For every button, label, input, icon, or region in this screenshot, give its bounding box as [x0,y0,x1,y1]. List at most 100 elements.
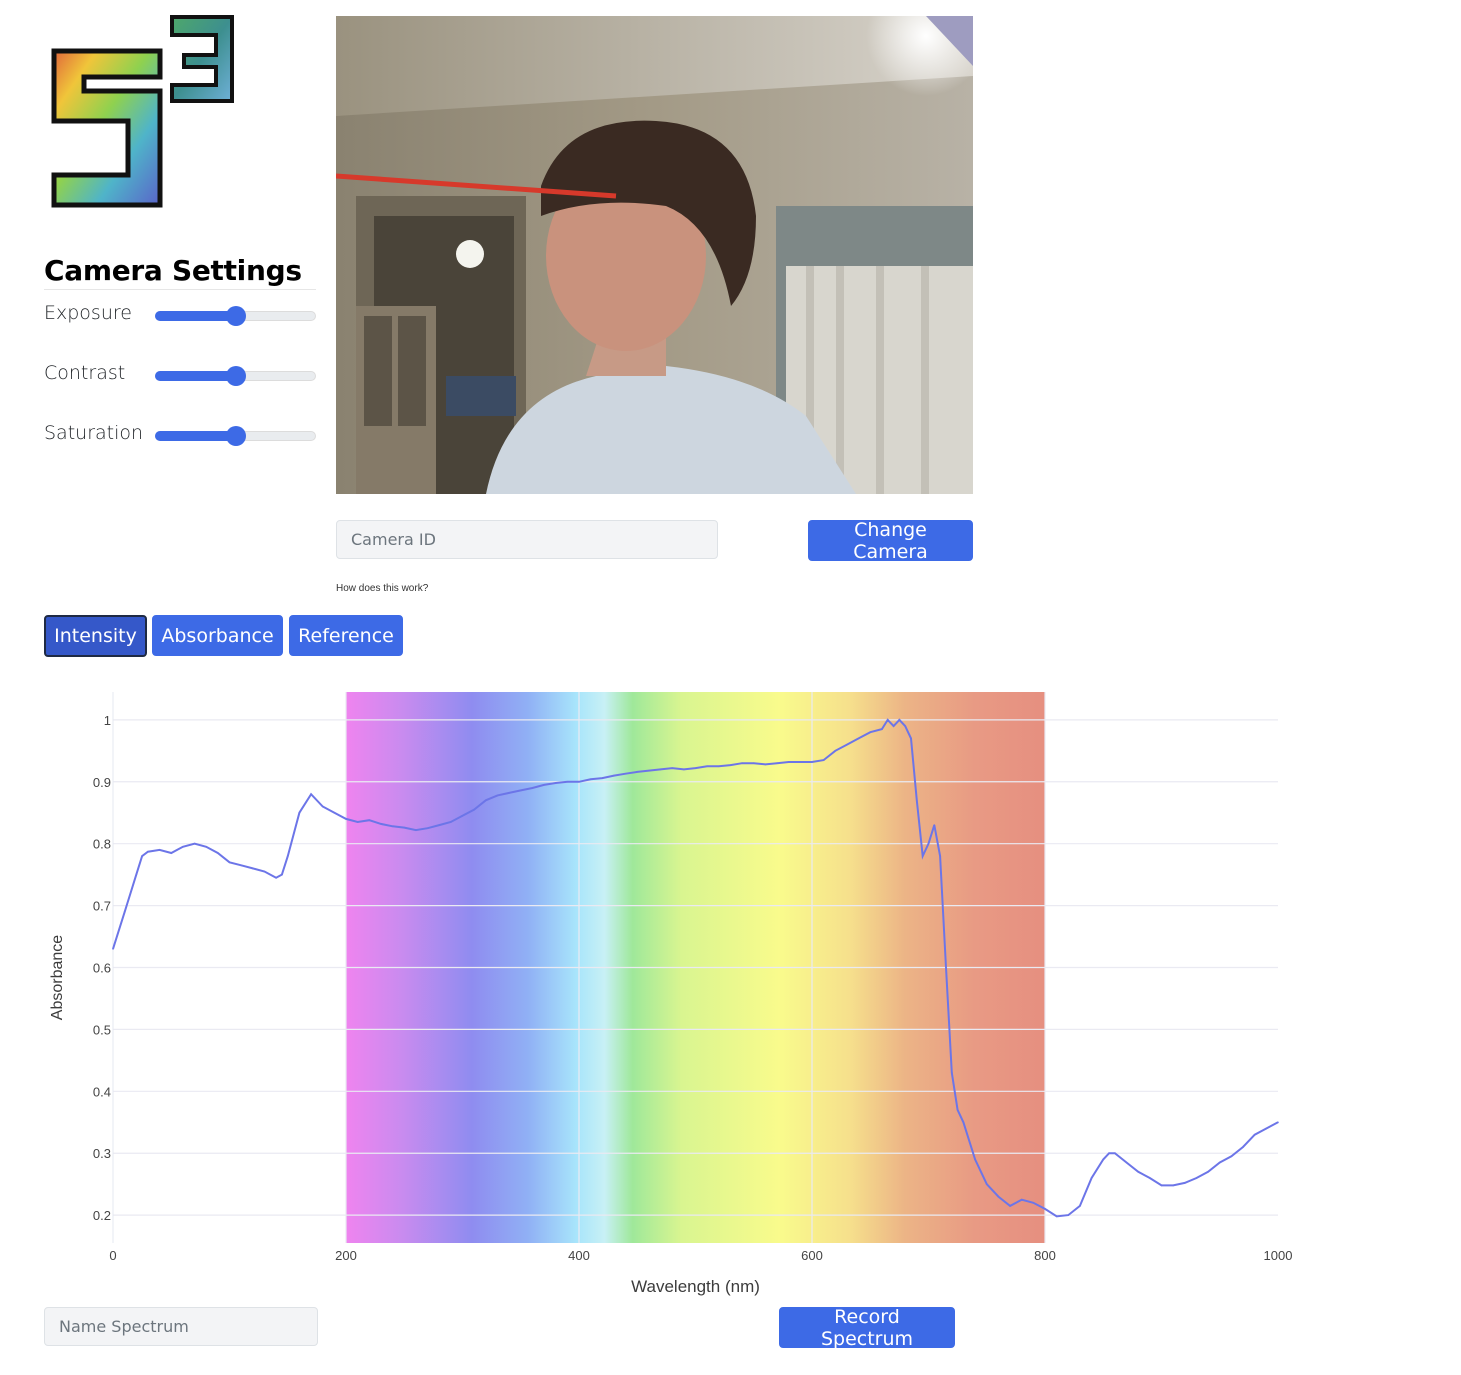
tab-reference[interactable]: Reference [289,615,403,656]
data-point [286,855,289,857]
x-tick-label: 0 [109,1248,116,1263]
data-point [123,910,126,913]
data-point [898,719,901,721]
data-point [1149,1177,1151,1179]
data-point [263,870,266,873]
data-point [403,826,406,829]
data-point [857,737,860,740]
data-point [636,771,639,773]
data-point [281,873,283,876]
data-point [1265,1127,1268,1130]
slider-thumb[interactable] [225,426,246,446]
contrast-label: Contrast [44,362,126,384]
data-point [135,873,138,876]
data-point [718,765,720,768]
data-point [916,799,918,802]
data-point [345,818,347,820]
data-point [741,762,743,764]
data-point [426,827,429,830]
data-point [1218,1161,1221,1164]
name-spectrum-input[interactable] [44,1307,318,1346]
data-point [1207,1171,1209,1173]
data-point [1114,1152,1116,1155]
data-point [671,767,673,769]
how-does-this-work-link[interactable]: How does this work? [336,583,428,594]
contrast-slider[interactable] [155,366,316,386]
data-point [601,777,604,779]
slider-fill [155,371,236,381]
slider-thumb[interactable] [225,306,246,326]
y-tick-label: 0.9 [93,775,111,790]
x-tick-label: 400 [568,1248,590,1263]
data-point [182,845,184,848]
data-point [910,737,912,740]
exposure-label: Exposure [44,302,132,324]
data-point [252,867,254,870]
data-point [205,845,207,848]
data-point [869,731,872,734]
data-point [141,855,143,857]
tab-absorbance[interactable]: Absorbance [152,615,283,656]
data-point [298,811,301,814]
data-point [752,762,755,764]
data-point [997,1195,1000,1198]
y-axis-label: Absorbance [49,935,66,1020]
data-point [1195,1177,1198,1179]
data-point [729,764,732,766]
slider-thumb[interactable] [225,366,246,386]
data-point [554,782,557,784]
data-point [415,829,417,831]
data-point [892,725,895,727]
exposure-slider[interactable] [155,306,316,326]
data-point [927,842,930,845]
y-tick-label: 0.7 [93,899,111,914]
settings-divider [44,289,316,290]
data-point [380,823,382,825]
data-point [659,768,662,771]
data-point [1242,1146,1244,1148]
data-point [508,792,510,794]
data-point [904,725,906,727]
change-camera-button[interactable]: Change Camera [808,519,973,563]
data-point [519,789,522,792]
data-point [694,767,697,769]
data-point [438,824,441,826]
data-point [275,876,277,879]
saturation-slider[interactable] [155,426,316,446]
data-point [776,762,778,764]
camera-settings-title: Camera Settings [44,254,302,287]
data-point [1125,1161,1128,1164]
camera-id-input[interactable] [336,520,718,559]
x-axis-label: Wavelength (nm) [631,1277,760,1296]
data-point [706,765,708,768]
y-tick-label: 0.4 [93,1084,111,1099]
data-point [473,808,475,811]
record-spectrum-button[interactable]: Record Spectrum [779,1306,955,1350]
data-point [1160,1184,1163,1187]
data-point [1055,1215,1058,1218]
x-tick-label: 200 [335,1248,357,1263]
data-point [356,821,359,823]
spectrum-chart: 0.2 0.3 0.4 0.5 0.6 0.7 0.8 0.9 1 0 200 400 600 800 10… [49,692,1292,1296]
data-point [974,1158,976,1161]
data-point [846,743,848,746]
data-point [566,780,569,783]
data-point [683,768,685,771]
data-point [956,1109,959,1111]
data-point [764,763,767,766]
data-point [945,966,947,969]
tab-intensity[interactable]: Intensity [44,615,147,657]
y-tick-label: 0.2 [93,1208,111,1223]
s3-logo [51,15,234,208]
data-point [811,761,813,763]
data-point [881,728,883,730]
data-point [1137,1171,1139,1173]
data-point [613,774,615,777]
data-point [578,780,580,783]
data-point [158,849,161,851]
data-point [1090,1177,1093,1179]
data-point [531,787,534,789]
data-point [1172,1184,1174,1187]
data-point [1277,1121,1279,1124]
y-tick-label: 0.8 [93,837,111,852]
